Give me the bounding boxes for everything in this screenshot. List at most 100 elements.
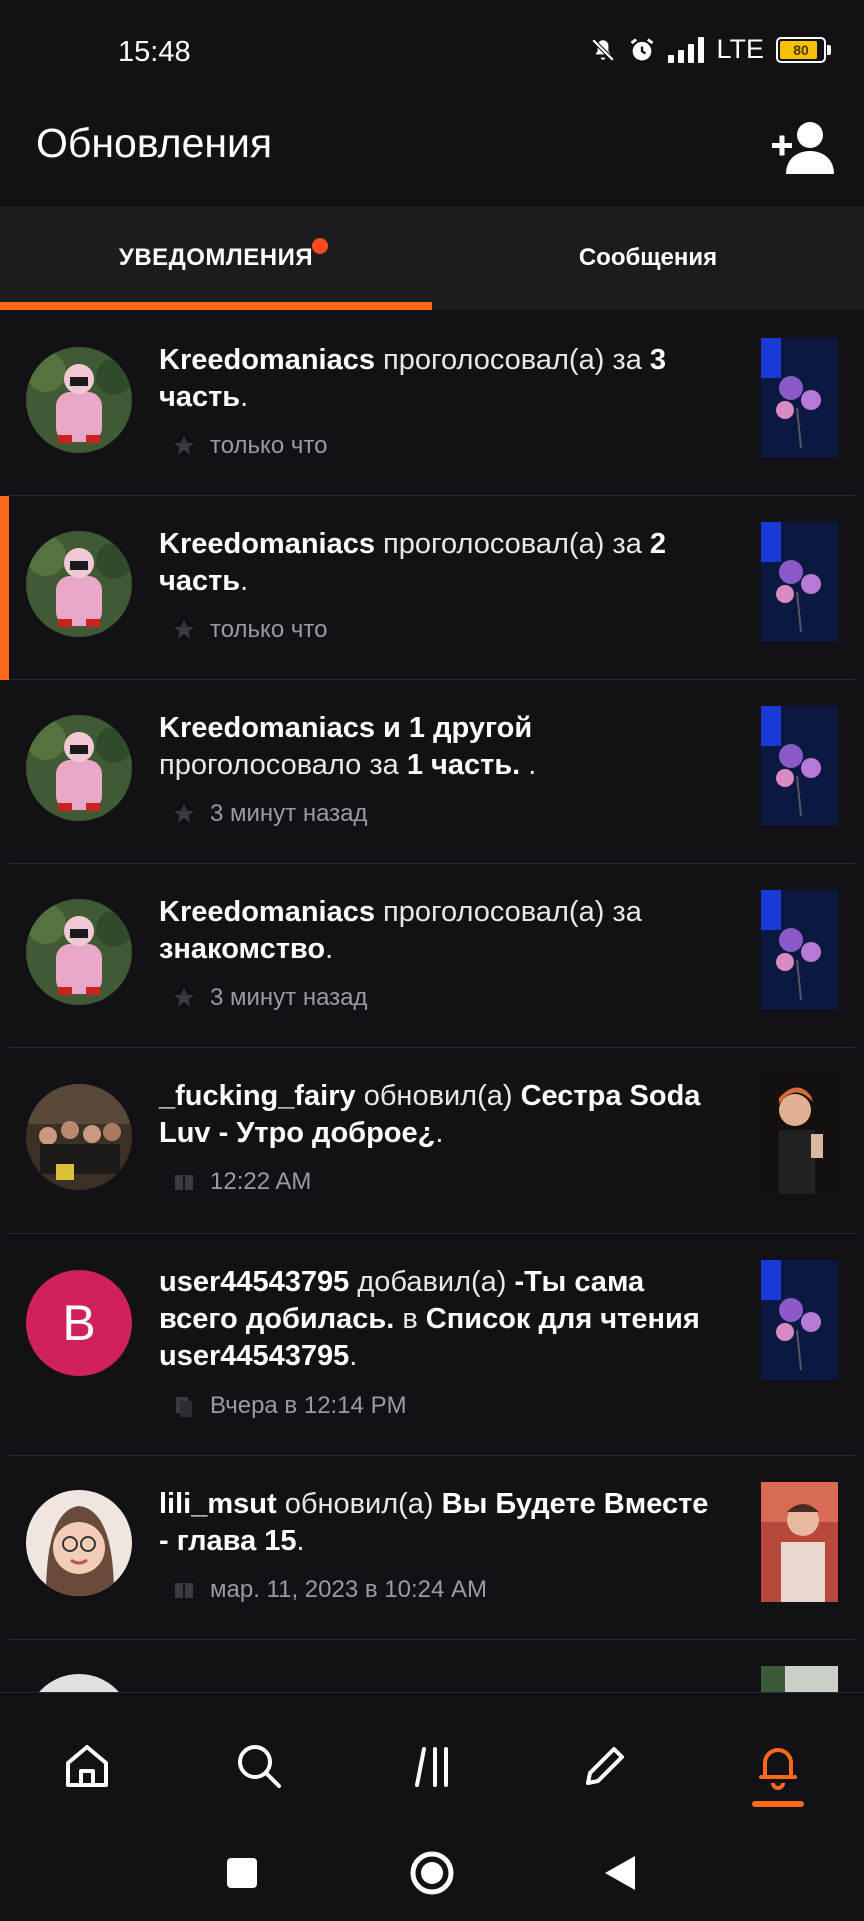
notification-action: обновил(а) [355, 1080, 521, 1112]
tab-messages-label: Сообщения [578, 244, 718, 271]
pencil-icon [586, 1747, 624, 1785]
notification-tail: . [325, 933, 334, 965]
notification-item[interactable]: Kreedomaniacs проголосовал(а) за знакомс… [0, 864, 864, 1048]
nav-home[interactable] [52, 1731, 122, 1801]
bottom-navigation [0, 1692, 864, 1921]
bell-icon [759, 1748, 797, 1790]
signal-icon [668, 36, 705, 63]
star-icon [174, 620, 194, 639]
avatar [26, 1084, 132, 1190]
story-cover-thumbnail[interactable] [761, 1666, 838, 1692]
avatar [26, 347, 132, 453]
story-cover-thumbnail[interactable] [761, 1482, 838, 1602]
notification-tail: . [435, 1117, 444, 1149]
notification-action: проголосовал(а) за [375, 528, 650, 560]
notification-action: проголосовал(а) за [375, 896, 642, 928]
recents-button[interactable] [212, 1843, 272, 1903]
notification-meta: 3 минут назад [172, 984, 368, 1012]
tab-bar: УВЕДОМЛЕНИЯ Сообщения [0, 206, 864, 310]
app-header: Обновления [0, 104, 864, 206]
notification-item[interactable]: Kreedomaniacs и 1 другой проголосовало з… [0, 680, 864, 864]
notification-meta: 3 минут назад [172, 800, 368, 828]
notification-time: только что [210, 616, 328, 643]
status-time: 15:48 [118, 36, 191, 68]
notification-text: Kreedomaniacs проголосовал(а) за 3 часть… [159, 342, 725, 416]
unread-dot [312, 238, 328, 254]
tab-notifications[interactable]: УВЕДОМЛЕНИЯ [0, 206, 432, 310]
home-system-button[interactable] [402, 1843, 462, 1903]
notification-meta: Вчера в 12:14 PM [172, 1392, 407, 1420]
notification-text: Kreedomaniacs проголосовал(а) за знакомс… [159, 894, 725, 968]
notification-item[interactable]: B user44543795 добавил(а) -Ты сама всего… [0, 1234, 864, 1456]
story-cover-thumbnail[interactable] [761, 338, 838, 458]
notification-target[interactable]: 1 часть. [407, 749, 528, 781]
active-tab-indicator [0, 302, 432, 310]
notification-tail: . [240, 565, 249, 597]
notification-item[interactable]: Kreedomaniacs проголосовал(а) за 3 часть… [0, 312, 864, 496]
notification-text: _fucking_fairy обновил(а) Сестра Soda Lu… [159, 1078, 725, 1152]
notification-time: мар. 11, 2023 в 10:24 AM [210, 1576, 487, 1603]
notification-action: проголосовал(а) за [375, 344, 650, 376]
back-triangle-icon [605, 1856, 635, 1890]
story-cover-thumbnail[interactable] [761, 706, 838, 826]
back-button[interactable] [590, 1843, 650, 1903]
status-icons: LTE 80 [590, 34, 831, 65]
network-type: LTE [716, 34, 764, 64]
notification-time: 3 минут назад [210, 800, 368, 827]
notification-tail: . [528, 749, 537, 781]
notification-text: Kreedomaniacs проголосовал(а) за 2 часть… [159, 526, 725, 600]
notification-text: user44543795 добавил(а) -Ты сама всего д… [159, 1264, 725, 1375]
notification-feed: Kreedomaniacs проголосовал(а) за 3 часть… [0, 312, 864, 1692]
story-cover-thumbnail[interactable] [761, 1260, 838, 1380]
add-user-icon [772, 122, 834, 174]
notification-meta: только что [172, 432, 327, 460]
notification-user[interactable]: Kreedomaniacs и 1 другой [159, 712, 532, 744]
story-cover-thumbnail[interactable] [761, 522, 838, 642]
nav-notifications[interactable] [743, 1731, 813, 1801]
notification-user[interactable]: lili_msut [159, 1488, 277, 1520]
nav-search[interactable] [224, 1731, 294, 1801]
notification-item[interactable]: Kreedomaniacs проголосовал(а) за 2 часть… [0, 496, 864, 680]
status-bar: 15:48 LTE 80 [0, 0, 864, 104]
notification-user[interactable]: user44543795 [159, 1266, 349, 1298]
notification-text: lili_msut обновил(а) Вы Будете Вместе - … [159, 1486, 725, 1560]
notification-item[interactable] [0, 1640, 864, 1692]
notification-meta: мар. 11, 2023 в 10:24 AM [172, 1576, 487, 1604]
notification-time: только что [210, 432, 328, 459]
tab-messages[interactable]: Сообщения [432, 206, 864, 310]
avatar [26, 1674, 132, 1692]
notification-user[interactable]: Kreedomaniacs [159, 344, 375, 376]
notification-time: Вчера в 12:14 PM [210, 1392, 407, 1419]
notification-tail: . [296, 1525, 305, 1557]
book-icon [175, 1583, 193, 1598]
notification-tail: . [349, 1340, 358, 1372]
avatar [26, 531, 132, 637]
avatar: B [26, 1270, 132, 1376]
notification-action: добавил(а) [349, 1266, 515, 1298]
notification-target[interactable]: знакомство [159, 933, 325, 965]
alarm-icon [631, 37, 654, 60]
star-icon [174, 436, 194, 455]
nav-library[interactable] [398, 1731, 468, 1801]
battery-level: 80 [793, 41, 809, 58]
book-icon [175, 1175, 193, 1190]
story-cover-thumbnail[interactable] [761, 1074, 838, 1194]
list-icon [176, 1397, 192, 1417]
story-cover-thumbnail[interactable] [761, 890, 838, 1010]
notification-meta: 12:22 AM [172, 1168, 311, 1196]
notification-item[interactable]: _fucking_fairy обновил(а) Сестра Soda Lu… [0, 1048, 864, 1234]
notification-time: 12:22 AM [210, 1168, 312, 1195]
add-user-button[interactable] [770, 118, 836, 178]
unread-marker [0, 496, 9, 680]
nav-write[interactable] [570, 1731, 640, 1801]
notification-time: 3 минут назад [210, 984, 368, 1011]
avatar [26, 899, 132, 1005]
avatar [26, 715, 132, 821]
notification-user[interactable]: Kreedomaniacs [159, 896, 375, 928]
notification-user[interactable]: _fucking_fairy [159, 1080, 356, 1112]
notification-user[interactable]: Kreedomaniacs [159, 528, 375, 560]
home-icon [66, 1745, 108, 1787]
mute-icon [592, 38, 615, 61]
circle-icon [410, 1851, 454, 1895]
notification-item[interactable]: lili_msut обновил(а) Вы Будете Вместе - … [0, 1456, 864, 1640]
